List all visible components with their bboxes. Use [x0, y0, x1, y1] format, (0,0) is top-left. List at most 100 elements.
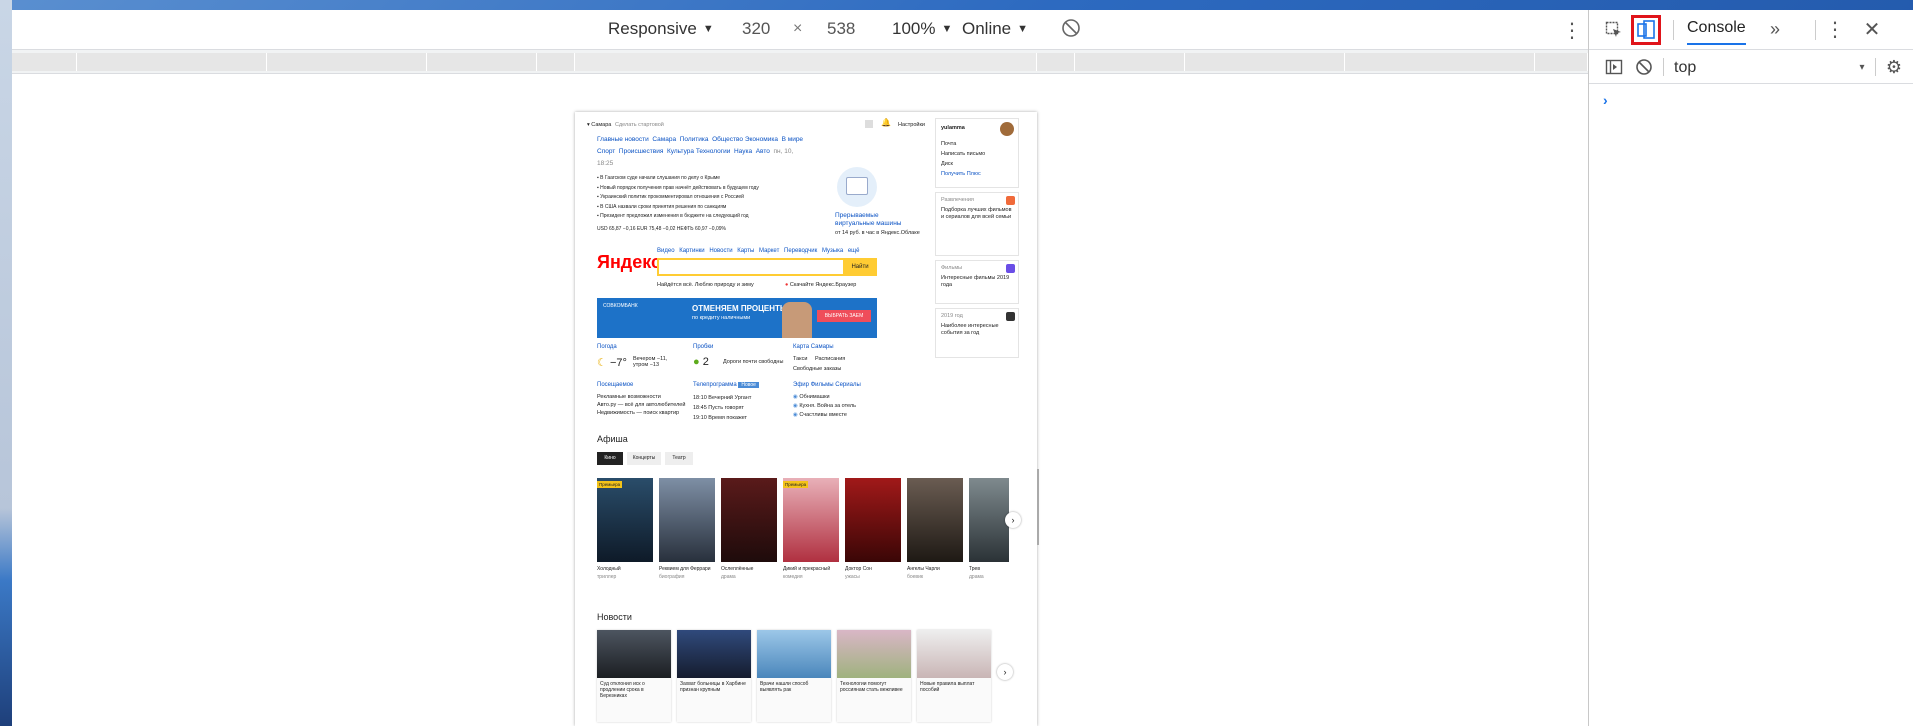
banner-button[interactable]: ВЫБРАТЬ ЗАЕМ: [817, 310, 871, 322]
map-item[interactable]: Свободные заказы: [793, 366, 841, 372]
news-card[interactable]: Новые правила выплат пособий: [917, 630, 991, 722]
clear-console-button[interactable]: [1633, 56, 1655, 78]
exchange-rates[interactable]: USD 65,87 −0,16 EUR 75,48 −0,02 НЕФТЬ 60…: [597, 226, 726, 232]
ad-banner[interactable]: СОВКОМБАНК ОТМЕНЯЕМ ПРОЦЕНТЫ по кредиту …: [597, 298, 877, 338]
service-market[interactable]: Маркет: [759, 248, 779, 254]
zoom-select[interactable]: 100% ▼: [892, 19, 952, 39]
poster[interactable]: Премьера: [597, 478, 653, 562]
disk-link[interactable]: Диск: [941, 159, 985, 169]
sidebar-card[interactable]: Фильмы Интересные фильмы 2019 года: [935, 260, 1019, 304]
tab-economy[interactable]: Экономика: [745, 136, 778, 143]
ether-title[interactable]: Эфир Фильмы Сериалы: [793, 382, 861, 388]
afisha-tab-theatre[interactable]: Театр: [665, 452, 693, 465]
news-card[interactable]: Технологии помогут россиянам стать вежли…: [837, 630, 911, 722]
console-settings-button[interactable]: ⚙: [1883, 56, 1905, 78]
devtools-menu-button[interactable]: ⋮: [1825, 18, 1845, 41]
service-images[interactable]: Картинки: [679, 248, 704, 254]
poster[interactable]: [907, 478, 963, 562]
tv-item[interactable]: 18:10 Вечерний Ургант: [693, 393, 783, 403]
visited-title[interactable]: Посещаемое: [597, 382, 633, 388]
service-maps[interactable]: Карты: [737, 248, 754, 254]
tab-incidents[interactable]: Происшествия: [619, 148, 663, 155]
tab-auto[interactable]: Авто: [756, 148, 770, 155]
toolbar-menu-button[interactable]: ⋮: [1562, 18, 1582, 43]
tab-city[interactable]: Самара: [652, 136, 676, 143]
afisha-tab-concerts[interactable]: Концерты: [627, 452, 661, 465]
poster[interactable]: [969, 478, 1009, 562]
visited-item[interactable]: Рекламные возможности: [597, 393, 687, 401]
map-title[interactable]: Карта Самары: [793, 344, 834, 350]
service-more[interactable]: ещё: [848, 248, 860, 254]
news-item[interactable]: ▪ Новый порядок получения прав начнёт де…: [597, 184, 812, 194]
service-translate[interactable]: Переводчик: [784, 248, 817, 254]
settings-link[interactable]: Настройки: [898, 122, 925, 128]
tab-tech[interactable]: Технологии: [696, 148, 731, 155]
device-select[interactable]: Responsive ▼: [608, 19, 714, 39]
afisha-title[interactable]: Афиша: [597, 434, 628, 444]
sidebar-card[interactable]: Развлечения Подборка лучших фильмов и се…: [935, 192, 1019, 256]
mail-link[interactable]: Почта: [941, 139, 985, 149]
cloud-promo-image[interactable]: [837, 167, 877, 207]
service-news[interactable]: Новости: [709, 248, 732, 254]
more-tabs-button[interactable]: »: [1765, 18, 1785, 40]
console-prompt[interactable]: ›: [1603, 92, 1608, 108]
map-item[interactable]: Такси: [793, 356, 807, 362]
tv-item[interactable]: 18:45 Пусть говорят: [693, 403, 783, 413]
tv-header[interactable]: Телепрограмма Новое: [693, 382, 759, 388]
poster[interactable]: [721, 478, 777, 562]
posters-next-arrow[interactable]: ›: [1005, 512, 1021, 528]
tab-culture[interactable]: Культура: [667, 148, 694, 155]
afisha-tab-cinema[interactable]: Кино: [597, 452, 623, 465]
plus-link[interactable]: Получить Плюс: [941, 169, 985, 179]
visited-item[interactable]: Авто.ру — всё для автолюбителей: [597, 401, 687, 409]
search-button[interactable]: Найти: [843, 258, 877, 276]
visited-item[interactable]: Недвижимость — поиск квартир: [597, 409, 687, 417]
user-name[interactable]: yulamma: [941, 125, 965, 131]
location-link[interactable]: ▾ Самара: [587, 122, 611, 128]
rotate-button[interactable]: [1060, 17, 1082, 39]
sidebar-card[interactable]: 2019 год Наиболее интересные события за …: [935, 308, 1019, 358]
throttle-select[interactable]: Online ▼: [962, 19, 1028, 39]
notifications-icon[interactable]: [865, 120, 873, 128]
news-item[interactable]: ▪ В Гаагском суде начали слушания по дел…: [597, 174, 812, 184]
news-item[interactable]: ▪ Украинский политик прокомментировал от…: [597, 193, 812, 203]
news-card[interactable]: Захват больницы в Харбине признан крупны…: [677, 630, 751, 722]
ether-item[interactable]: ◉ Счастливы вместе: [793, 411, 893, 420]
viewport-resize-handle[interactable]: [1036, 469, 1045, 545]
compose-link[interactable]: Написать письмо: [941, 149, 985, 159]
weather-title[interactable]: Погода: [597, 344, 617, 350]
avatar[interactable]: [1000, 122, 1014, 136]
news-next-arrow[interactable]: ›: [997, 664, 1013, 680]
tab-sport[interactable]: Спорт: [597, 148, 615, 155]
service-video[interactable]: Видео: [657, 248, 675, 254]
service-music[interactable]: Музыка: [822, 248, 843, 254]
bell-icon[interactable]: 🔔: [881, 118, 891, 127]
close-devtools-button[interactable]: ✕: [1861, 18, 1883, 41]
device-toolbar-toggle[interactable]: [1631, 15, 1661, 45]
context-select[interactable]: top: [1674, 59, 1696, 77]
cloud-promo-title[interactable]: Прерываемые виртуальные машины: [835, 212, 915, 228]
tab-console[interactable]: Console: [1687, 19, 1746, 45]
weather-widget[interactable]: ☾ −7°: [597, 356, 627, 369]
news-card[interactable]: Врачи нашли способ выявлять рак: [757, 630, 831, 722]
make-start-link[interactable]: Сделать стартовой: [615, 122, 664, 128]
news-item[interactable]: ▪ В США назвали сроки принятия решения п…: [597, 203, 812, 213]
width-input[interactable]: 320: [742, 19, 770, 39]
ether-item[interactable]: ◉ Кухня. Война за отель: [793, 402, 893, 411]
inspect-element-button[interactable]: [1603, 19, 1625, 41]
tab-science[interactable]: Наука: [734, 148, 752, 155]
tab-main-news[interactable]: Главные новости: [597, 136, 649, 143]
poster[interactable]: Премьера: [783, 478, 839, 562]
ether-item[interactable]: ◉ Обнимашки: [793, 393, 893, 402]
news-item[interactable]: ▪ Президент предложил изменения в бюджет…: [597, 212, 812, 222]
traffic-title[interactable]: Пробки: [693, 344, 713, 350]
poster[interactable]: [845, 478, 901, 562]
poster[interactable]: [659, 478, 715, 562]
map-item[interactable]: Расписания: [815, 356, 845, 362]
tab-society[interactable]: Общество: [712, 136, 743, 143]
news-section-title[interactable]: Новости: [597, 612, 632, 622]
tv-item[interactable]: 19:10 Время покажет: [693, 413, 783, 423]
news-card[interactable]: Суд отклонил иск о продлении срока в Бер…: [597, 630, 671, 722]
height-input[interactable]: 538: [827, 19, 855, 39]
browser-promo[interactable]: ● Скачайте Яндекс.Браузер: [785, 282, 856, 288]
